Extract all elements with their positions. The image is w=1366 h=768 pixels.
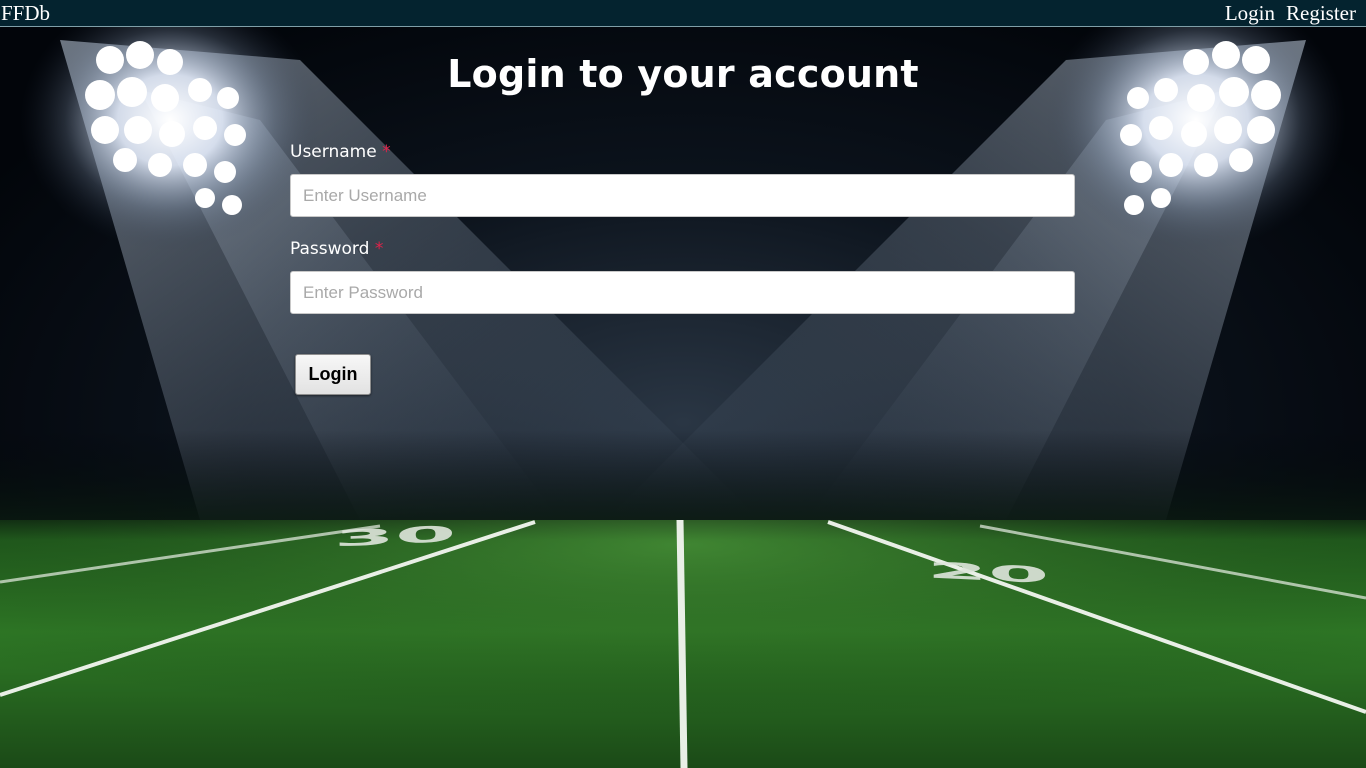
username-label: Username * — [290, 142, 391, 162]
login-form: Login to your account Username * Passwor… — [0, 0, 1366, 768]
nav-register-link[interactable]: Register — [1286, 1, 1356, 26]
brand-link[interactable]: FFDb — [1, 1, 50, 26]
username-input[interactable] — [290, 174, 1075, 217]
top-nav: FFDb Login Register — [0, 0, 1366, 27]
username-required-mark: * — [382, 142, 391, 162]
login-button[interactable]: Login — [295, 354, 371, 395]
password-input[interactable] — [290, 271, 1075, 314]
password-required-mark: * — [374, 239, 384, 259]
password-label: Password * — [290, 239, 383, 259]
password-label-text: Password — [290, 239, 370, 259]
username-label-text: Username — [290, 142, 377, 162]
page-title: Login to your account — [447, 52, 919, 96]
nav-login-link[interactable]: Login — [1225, 1, 1275, 26]
nav-links: Login Register — [1225, 1, 1356, 26]
